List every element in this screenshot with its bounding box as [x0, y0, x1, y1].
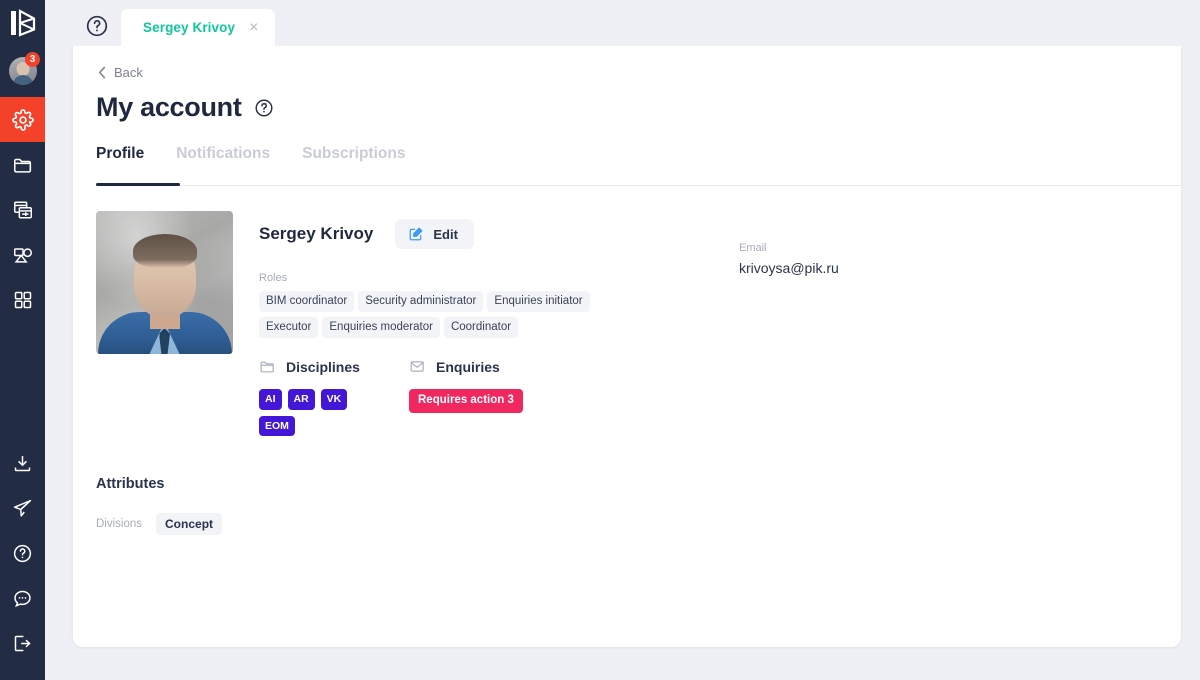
top-tab-strip: Sergey Krivoy ×: [45, 0, 1200, 46]
question-circle-icon: [86, 15, 108, 37]
enquiries-column: Enquiries Requires action 3: [409, 358, 729, 435]
profile-photo: [96, 211, 233, 354]
role-chip: Coordinator: [443, 317, 519, 339]
disciplines-header: Disciplines: [259, 358, 409, 375]
enquiries-requires-action-badge[interactable]: Requires action 3: [409, 389, 523, 413]
tab-close-button[interactable]: ×: [249, 19, 258, 36]
attribute-row: Divisions Concept: [73, 492, 1181, 535]
disciplines-label: Disciplines: [286, 358, 360, 375]
tab-profile[interactable]: Profile: [96, 145, 144, 177]
chat-bubble-icon: [14, 590, 31, 608]
sidebar-avatar[interactable]: 3: [0, 45, 45, 97]
sidebar-item-chat[interactable]: [0, 576, 45, 621]
paper-plane-icon: [13, 499, 32, 517]
sidebar-item-apps[interactable]: [0, 277, 45, 322]
chevron-left-icon: [98, 66, 106, 79]
tab-notifications[interactable]: Notifications: [176, 145, 270, 177]
back-label: Back: [114, 65, 143, 80]
email-value: krivoysa@pik.ru: [739, 260, 839, 276]
discipline-tag[interactable]: VK: [320, 389, 348, 410]
sidebar-item-help[interactable]: [0, 531, 45, 576]
tab-subscriptions[interactable]: Subscriptions: [302, 145, 405, 177]
folder-icon: [13, 158, 31, 173]
discipline-tag[interactable]: AR: [287, 389, 315, 410]
sidebar-item-folder[interactable]: [0, 142, 45, 187]
question-circle-icon: [255, 98, 273, 117]
section-tabs: Profile Notifications Subscriptions: [73, 123, 1181, 177]
app-logo[interactable]: [0, 0, 45, 45]
topbar-help-button[interactable]: [85, 14, 109, 38]
question-circle-icon: [13, 544, 32, 563]
k-logo-icon: [10, 8, 35, 37]
enquiries-header: Enquiries: [409, 358, 729, 375]
photo-hair: [132, 234, 197, 268]
page-title: My account: [96, 92, 242, 122]
profile-info-left: Sergey Krivoy Edit Roles BIM coordinator…: [259, 211, 729, 436]
discipline-tag[interactable]: AI: [259, 389, 282, 410]
disciplines-enquiries-row: Disciplines AI AR VK EOM Enquiries Requi…: [259, 338, 729, 436]
attribute-key: Divisions: [96, 517, 143, 530]
sidebar: 3: [0, 0, 45, 680]
logout-icon: [14, 635, 31, 652]
sidebar-item-send[interactable]: [0, 486, 45, 531]
page-title-row: My account: [73, 80, 1181, 123]
sidebar-item-download[interactable]: [0, 441, 45, 486]
discipline-tag[interactable]: EOM: [259, 415, 295, 436]
role-chip: Enquiries initiator: [487, 291, 590, 313]
sidebar-item-models[interactable]: [0, 232, 45, 277]
models-icon: [13, 247, 32, 263]
profile-info-right: Email krivoysa@pik.ru: [729, 211, 1181, 436]
main-content-card: Back My account Profile Notifications Su…: [73, 37, 1181, 647]
edit-square-icon: [409, 227, 423, 241]
email-label: Email: [739, 242, 767, 254]
person-name: Sergey Krivoy: [259, 224, 374, 243]
download-icon: [14, 456, 31, 472]
gear-icon: [11, 108, 34, 131]
profile-body: Sergey Krivoy Edit Roles BIM coordinator…: [73, 177, 1181, 436]
sidebar-item-logout[interactable]: [0, 621, 45, 666]
roles-label: Roles: [259, 272, 288, 284]
roles-chip-list: BIM coordinator Security administrator E…: [259, 284, 619, 339]
folder-outline-icon: [260, 362, 274, 373]
enquiries-label: Enquiries: [436, 358, 500, 375]
browser-tab-sergey-krivoy[interactable]: Sergey Krivoy ×: [121, 9, 276, 46]
profile-info: Sergey Krivoy Edit Roles BIM coordinator…: [259, 211, 1181, 436]
tab-label: Sergey Krivoy: [143, 20, 236, 35]
role-chip: Executor: [259, 317, 319, 339]
grid-apps-icon: [14, 291, 31, 308]
documents-icon: [13, 200, 32, 219]
role-chip: Security administrator: [358, 291, 484, 313]
disciplines-column: Disciplines AI AR VK EOM: [259, 358, 409, 436]
page-title-help-button[interactable]: [254, 98, 274, 118]
edit-label: Edit: [433, 226, 458, 242]
name-row: Sergey Krivoy Edit: [259, 211, 729, 249]
sidebar-item-settings[interactable]: [0, 97, 45, 142]
avatar-notification-badge: 3: [25, 52, 40, 67]
sidebar-item-documents[interactable]: [0, 187, 45, 232]
role-chip: BIM coordinator: [259, 291, 355, 313]
role-chip: Enquiries moderator: [322, 317, 440, 339]
disciplines-tag-list: AI AR VK EOM: [259, 375, 351, 436]
edit-button[interactable]: Edit: [395, 219, 474, 249]
envelope-icon: [410, 361, 424, 373]
attribute-value: Concept: [156, 512, 223, 535]
attributes-title: Attributes: [96, 475, 165, 492]
